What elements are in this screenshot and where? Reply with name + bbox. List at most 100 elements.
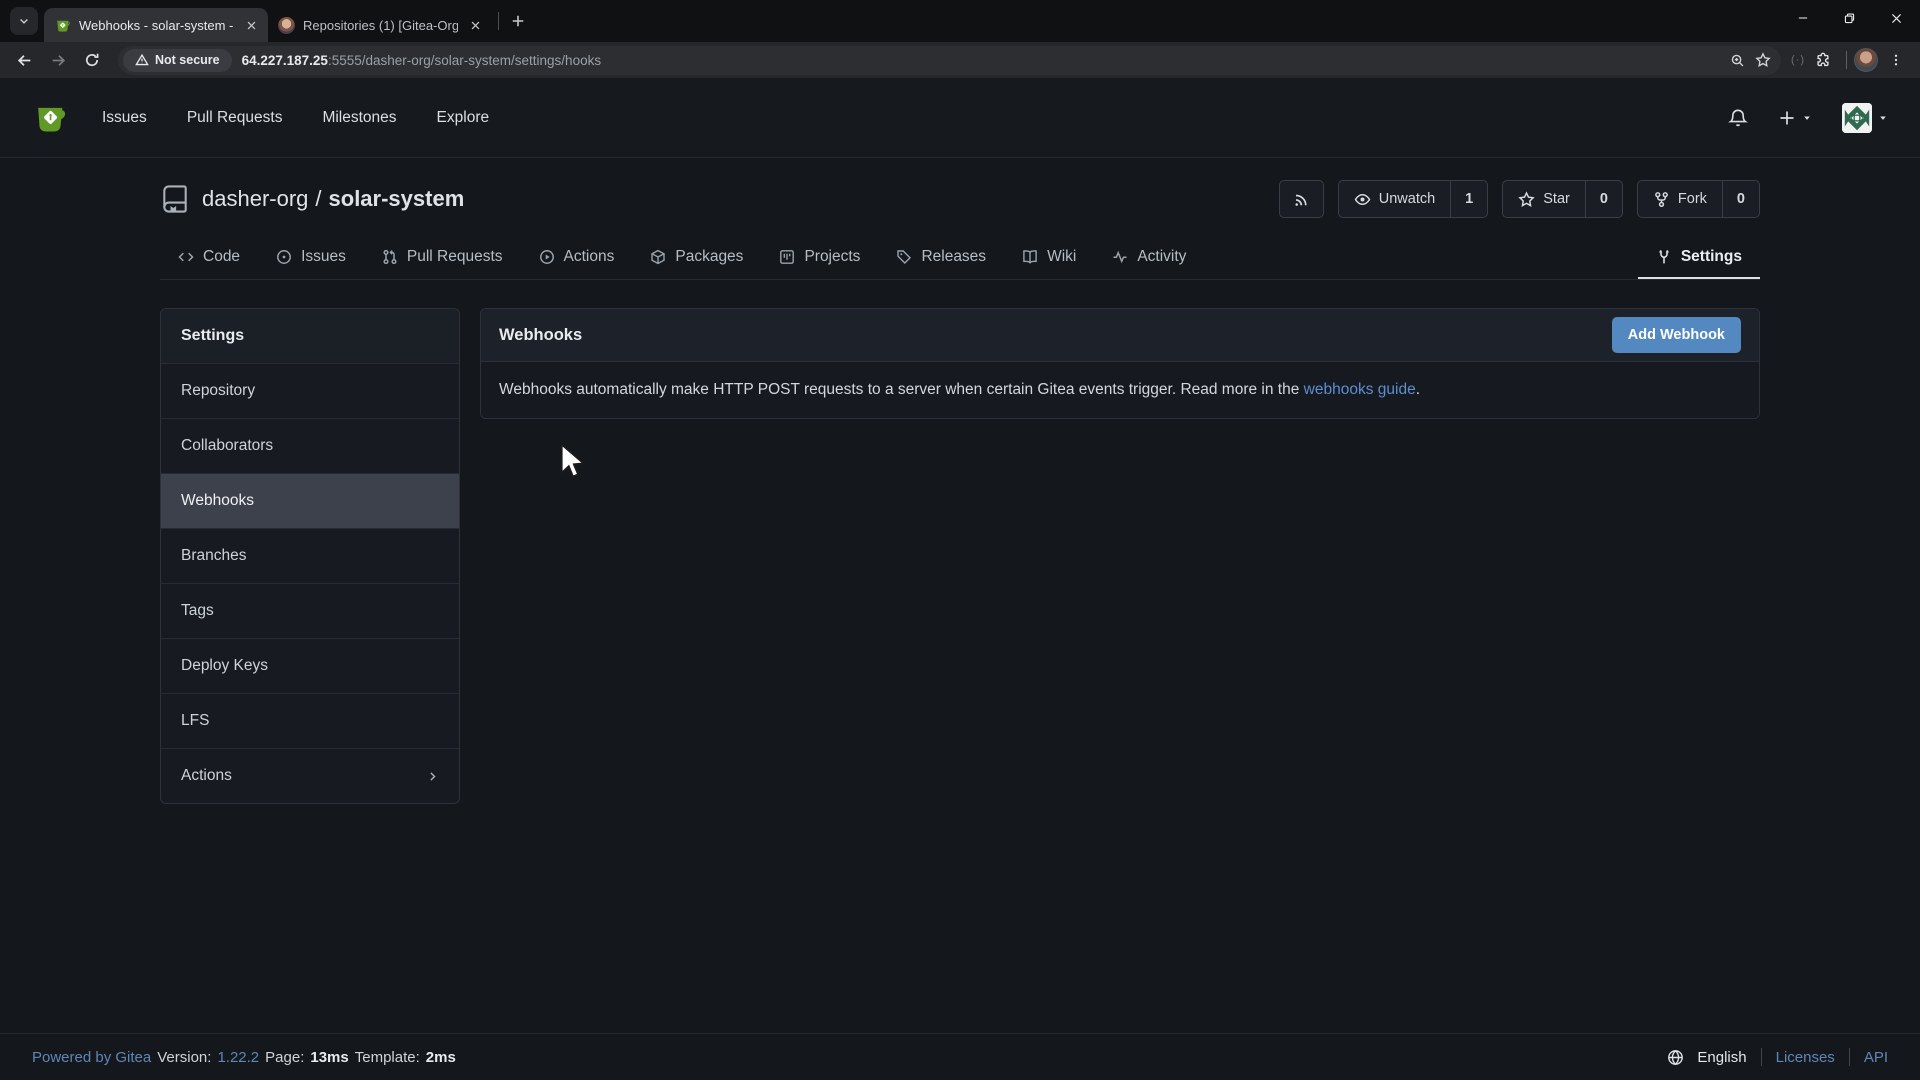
powered-by-link[interactable]: Powered by Gitea — [32, 1049, 151, 1066]
navbar-item-milestones[interactable]: Milestones — [302, 78, 416, 158]
tab-pull-requests[interactable]: Pull Requests — [364, 236, 521, 279]
address-bar[interactable]: Not secure 64.227.187.25:5555/dasher-org… — [118, 46, 1781, 75]
tab-wiki[interactable]: Wiki — [1004, 236, 1094, 279]
breadcrumb-slash: / — [315, 186, 321, 211]
menu-item-lfs[interactable]: LFS — [161, 693, 459, 748]
security-chip[interactable]: Not secure — [123, 49, 232, 72]
url-text[interactable]: 64.227.187.25:5555/dasher-org/solar-syst… — [242, 53, 1720, 68]
settings-page: Settings Repository Collaborators Webhoo… — [160, 280, 1760, 1033]
tab-repositories[interactable]: Repositories (1) [Gitea-Organiza — [268, 8, 492, 42]
repo-owner-link[interactable]: dasher-org — [202, 186, 308, 211]
toolbar-separator — [1846, 51, 1847, 69]
gitea-footer: Powered by Gitea Version: 1.22.2 Page: 1… — [0, 1033, 1920, 1080]
tab-activity[interactable]: Activity — [1094, 236, 1204, 279]
kebab-menu-icon — [1889, 53, 1903, 67]
menu-item-deploy-keys[interactable]: Deploy Keys — [161, 638, 459, 693]
navbar-item-issues[interactable]: Issues — [82, 78, 167, 158]
package-icon — [650, 249, 666, 265]
bell-icon — [1728, 108, 1748, 128]
api-link[interactable]: API — [1864, 1049, 1888, 1066]
issue-icon — [276, 249, 292, 265]
restore-button[interactable] — [1826, 0, 1873, 36]
repo-tab-bar: Code Issues Pull Requests Actions Packag… — [160, 236, 1760, 280]
rss-button[interactable] — [1279, 180, 1324, 218]
tab-projects[interactable]: Projects — [761, 236, 878, 279]
avatar-favicon — [278, 17, 295, 34]
window-controls — [1779, 0, 1920, 36]
settings-wrench-icon — [1656, 249, 1672, 265]
webhooks-guide-link[interactable]: webhooks guide — [1304, 381, 1416, 398]
tab-search-button[interactable] — [10, 7, 38, 35]
fork-button[interactable]: Fork 0 — [1637, 180, 1760, 218]
puzzle-icon — [1815, 52, 1831, 68]
code-icon — [178, 249, 194, 265]
webhooks-panel-header: Webhooks Add Webhook — [481, 309, 1759, 362]
tab-title: Webhooks - solar-system - Gite — [79, 18, 234, 33]
star-button[interactable]: Star 0 — [1502, 180, 1623, 218]
star-count[interactable]: 0 — [1585, 181, 1622, 217]
reload-icon — [84, 52, 100, 68]
tab-code[interactable]: Code — [160, 236, 258, 279]
new-tab-button[interactable] — [505, 8, 531, 34]
language-selector[interactable]: English — [1697, 1049, 1746, 1066]
tab-close-icon[interactable] — [466, 16, 484, 34]
tab-packages[interactable]: Packages — [632, 236, 761, 279]
browser-profile-avatar[interactable] — [1854, 48, 1878, 72]
browser-toolbar: Not secure 64.227.187.25:5555/dasher-org… — [0, 42, 1920, 78]
chevron-down-icon — [18, 15, 30, 27]
licenses-link[interactable]: Licenses — [1776, 1049, 1835, 1066]
notifications-button[interactable] — [1728, 108, 1748, 128]
star-icon — [1518, 191, 1535, 208]
tab-separator — [498, 12, 499, 30]
repo-name-link[interactable]: solar-system — [329, 186, 465, 211]
menu-item-actions[interactable]: Actions — [161, 748, 459, 803]
reload-button[interactable] — [76, 45, 108, 75]
menu-item-webhooks[interactable]: Webhooks — [161, 473, 459, 528]
tab-close-icon[interactable] — [242, 16, 260, 34]
menu-item-tags[interactable]: Tags — [161, 583, 459, 638]
pulse-icon — [1112, 249, 1128, 265]
forward-button[interactable] — [42, 45, 74, 75]
tab-releases[interactable]: Releases — [878, 236, 1004, 279]
tab-actions[interactable]: Actions — [521, 236, 633, 279]
project-icon — [779, 249, 795, 265]
plus-icon — [1778, 109, 1796, 127]
template-time: 2ms — [426, 1049, 456, 1066]
caret-down-icon — [1878, 113, 1888, 123]
bookmark-star-icon[interactable] — [1755, 52, 1771, 68]
actions-icon — [539, 249, 555, 265]
browser-menu-button[interactable] — [1880, 45, 1912, 75]
rss-icon — [1293, 191, 1310, 208]
tab-issues[interactable]: Issues — [258, 236, 364, 279]
tab-webhooks[interactable]: Webhooks - solar-system - Gite — [44, 8, 268, 42]
menu-item-branches[interactable]: Branches — [161, 528, 459, 583]
forward-icon — [50, 52, 67, 69]
tab-settings[interactable]: Settings — [1638, 236, 1760, 279]
version-link[interactable]: 1.22.2 — [217, 1049, 259, 1066]
close-window-button[interactable] — [1873, 0, 1920, 36]
fork-count[interactable]: 0 — [1722, 181, 1759, 217]
tag-icon — [896, 249, 912, 265]
unwatch-button[interactable]: Unwatch 1 — [1338, 180, 1489, 218]
gitea-logo[interactable] — [32, 100, 68, 136]
menu-item-repository[interactable]: Repository — [161, 363, 459, 418]
back-button[interactable] — [8, 45, 40, 75]
settings-menu: Settings Repository Collaborators Webhoo… — [160, 308, 460, 804]
fork-icon — [1653, 191, 1670, 208]
footer-divider — [1849, 1048, 1850, 1066]
create-new-button[interactable] — [1778, 109, 1812, 127]
caret-down-icon — [1802, 113, 1812, 123]
minimize-button[interactable] — [1779, 0, 1826, 36]
navbar-item-pull-requests[interactable]: Pull Requests — [167, 78, 303, 158]
tab-title: Repositories (1) [Gitea-Organiza — [303, 18, 458, 33]
navbar-item-explore[interactable]: Explore — [417, 78, 510, 158]
user-menu-button[interactable] — [1842, 103, 1888, 133]
add-webhook-button[interactable]: Add Webhook — [1612, 317, 1741, 353]
watch-count[interactable]: 1 — [1450, 181, 1487, 217]
restore-icon — [1843, 12, 1856, 25]
settings-menu-header: Settings — [161, 309, 459, 363]
menu-item-collaborators[interactable]: Collaborators — [161, 418, 459, 473]
zoom-page-icon[interactable] — [1730, 53, 1745, 68]
globe-icon — [1667, 1049, 1684, 1066]
extensions-button[interactable] — [1807, 45, 1839, 75]
